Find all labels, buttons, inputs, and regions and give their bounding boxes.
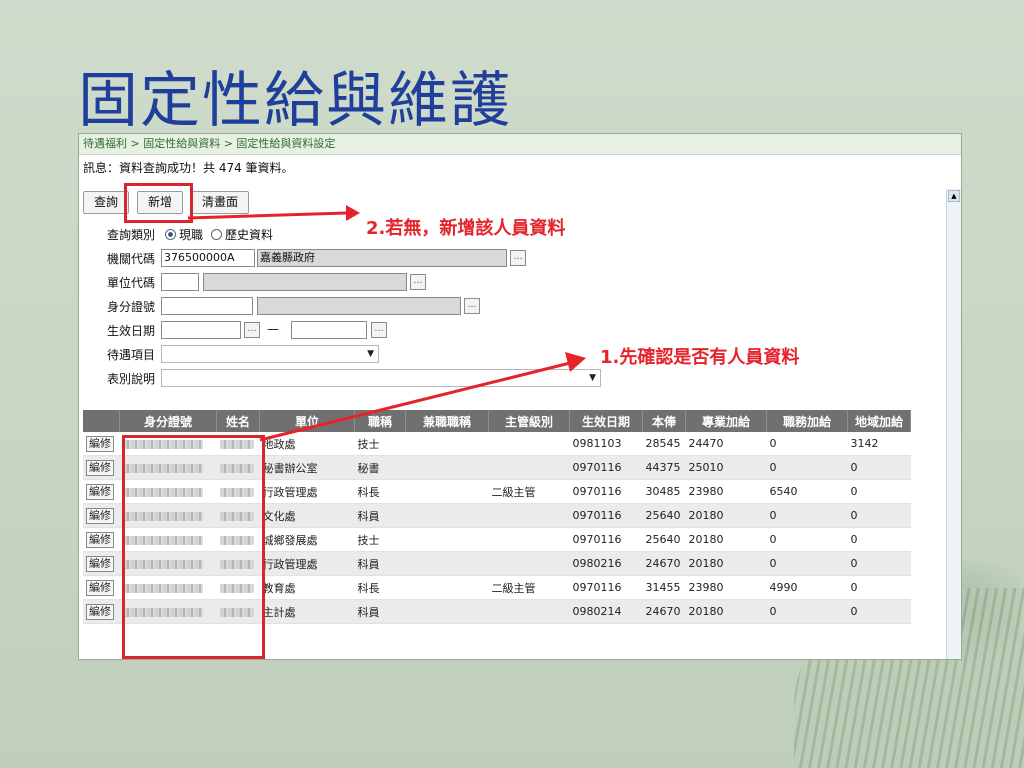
arrow-step1-line bbox=[259, 361, 571, 442]
annotation-step2: 2.若無，新增該人員資料 bbox=[366, 218, 566, 239]
annotation-arrows bbox=[187, 205, 586, 442]
arrow-step2-line bbox=[187, 211, 347, 220]
arrow-step1-head bbox=[565, 352, 586, 372]
annotation-step1: 1.先確認是否有人員資料 bbox=[600, 347, 800, 368]
arrow-step2-head bbox=[346, 205, 360, 221]
